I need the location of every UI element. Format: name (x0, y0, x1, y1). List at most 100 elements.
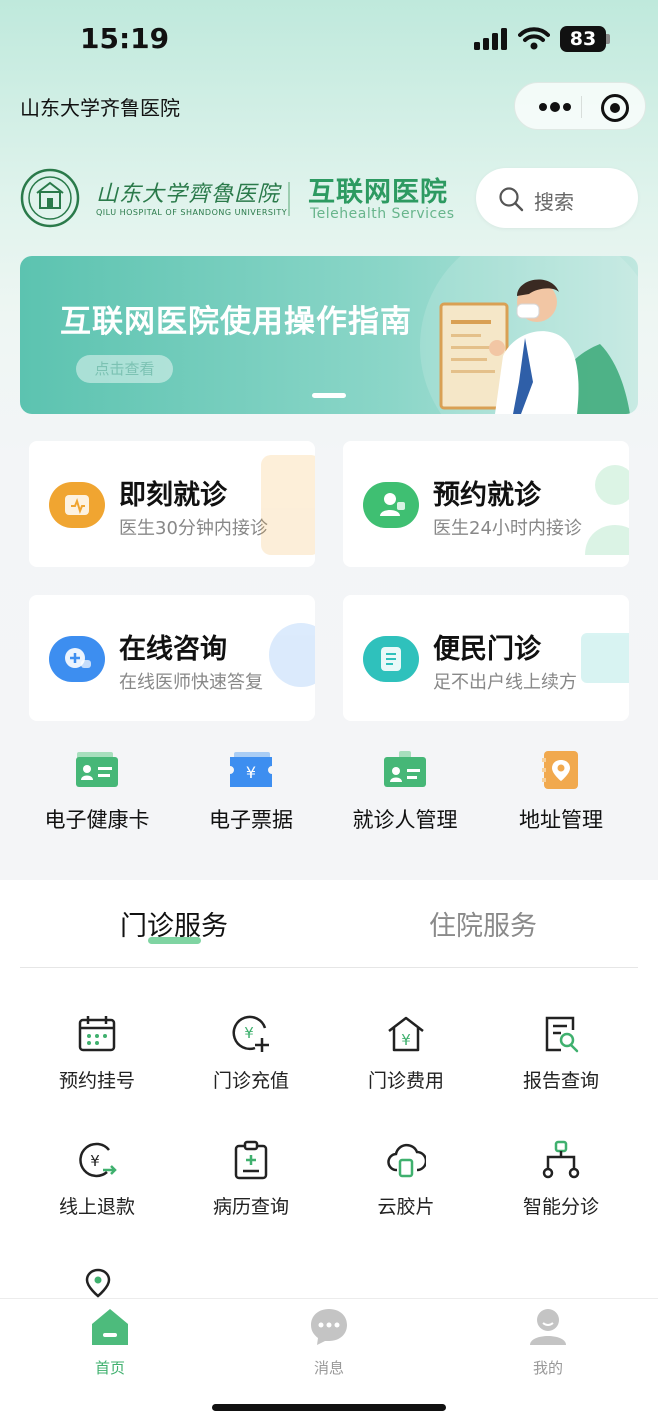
message-icon (311, 1309, 347, 1345)
nav-title: 山东大学齐鲁医院 (20, 96, 180, 120)
tab-label: 首页 (94, 1359, 125, 1377)
card-watermark-icon (269, 623, 315, 687)
search-box[interactable]: 搜索 (476, 168, 638, 228)
card-watermark-icon (585, 465, 629, 555)
address-icon (542, 751, 578, 789)
service-label: 智能分诊 (522, 1196, 599, 1218)
quick-link-label: 电子票据 (209, 808, 293, 832)
signal-icon (474, 28, 507, 50)
search-label: 搜索 (534, 190, 574, 214)
tab-divider (20, 967, 638, 968)
status-time: 15:19 (80, 22, 170, 55)
card-title: 在线咨询 (119, 634, 227, 665)
receipt-icon: ¥ (230, 752, 272, 787)
guide-banner[interactable]: 互联网医院使用操作指南 点击查看 (20, 256, 638, 414)
card-watermark-icon (261, 455, 315, 555)
quick-health-card[interactable]: 电子健康卡 (22, 744, 172, 844)
doctor-illustration (439, 279, 630, 414)
svg-text:¥: ¥ (244, 1024, 254, 1042)
card-subtitle: 在线医师快速答复 (119, 672, 263, 693)
quick-patient-manage[interactable]: 就诊人管理 (330, 744, 480, 844)
banner-title: 互联网医院使用操作指南 (60, 304, 412, 340)
chat-consult-icon (49, 636, 105, 682)
location-pin-icon[interactable] (78, 1268, 118, 1298)
tab-profile[interactable]: 我的 (493, 1307, 603, 1378)
more-icon[interactable] (535, 97, 575, 117)
quick-e-receipt[interactable]: ¥ 电子票据 (176, 744, 326, 844)
battery-level: 83 (569, 28, 597, 50)
card-title: 预约就诊 (433, 480, 541, 511)
tab-inpatient[interactable]: 住院服务 (429, 904, 537, 943)
service-label: 报告查询 (522, 1070, 599, 1092)
card-watermark-icon (581, 633, 629, 683)
card-subtitle: 医生30分钟内接诊 (119, 518, 268, 539)
battery-icon: 83 (560, 26, 606, 52)
service-label: 线上退款 (58, 1196, 135, 1218)
service-report[interactable]: 报告查询 (484, 1014, 638, 1114)
banner-pagination-dot (312, 393, 346, 398)
capsule-menu[interactable] (514, 82, 646, 130)
internet-hospital-title: 互联网医院 (308, 177, 448, 208)
telehealth-tagline: Telehealth Services (310, 206, 455, 222)
card-convenience-clinic[interactable]: 便民门诊 足不出户线上续方 (343, 595, 629, 721)
tab-messages[interactable]: 消息 (274, 1307, 384, 1378)
tab-label: 我的 (532, 1359, 563, 1377)
health-card-icon (76, 752, 118, 787)
service-register[interactable]: 预约挂号 (20, 1014, 174, 1114)
recharge-icon: ¥ (232, 1015, 269, 1052)
patient-id-icon (384, 751, 426, 787)
hospital-name-en: QILU HOSPITAL OF SHANDONG UNIVERSITY (96, 208, 288, 217)
svg-text:¥: ¥ (246, 763, 256, 782)
quick-link-label: 就诊人管理 (352, 808, 458, 832)
triage-icon (542, 1140, 580, 1179)
banner-view-button[interactable]: 点击查看 (76, 355, 173, 383)
card-subtitle: 医生24小时内接诊 (433, 518, 582, 539)
refund-icon: ¥ (79, 1142, 117, 1178)
report-search-icon (545, 1016, 579, 1053)
doctor-appointment-icon (363, 482, 419, 528)
user-icon (530, 1309, 566, 1345)
quick-address-manage[interactable]: 地址管理 (486, 744, 636, 844)
service-triage[interactable]: 智能分诊 (484, 1140, 638, 1240)
quick-link-label: 地址管理 (519, 808, 603, 832)
wifi-icon (518, 27, 550, 50)
service-refund[interactable]: ¥ 线上退款 (20, 1140, 174, 1240)
service-label: 门诊费用 (367, 1070, 444, 1092)
video-consult-icon (49, 482, 105, 528)
tab-active-indicator (148, 937, 201, 944)
quick-link-label: 电子健康卡 (44, 808, 150, 832)
service-recharge[interactable]: ¥ 门诊充值 (174, 1014, 328, 1114)
service-fees[interactable]: ¥ 门诊费用 (329, 1014, 483, 1114)
home-indicator (212, 1404, 446, 1411)
card-subtitle: 足不出户线上续方 (433, 672, 577, 693)
brand-divider (288, 182, 290, 216)
cloud-film-icon (387, 1143, 426, 1178)
card-online-consult[interactable]: 在线咨询 在线医师快速答复 (29, 595, 315, 721)
home-icon (92, 1309, 128, 1345)
status-bar: 15:19 83 (0, 0, 658, 80)
card-appointment-visit[interactable]: 预约就诊 医生24小时内接诊 (343, 441, 629, 567)
service-label: 云胶片 (377, 1196, 435, 1218)
service-label: 门诊充值 (212, 1070, 289, 1092)
svg-text:¥: ¥ (401, 1031, 411, 1049)
battery-tip (606, 34, 610, 44)
hospital-name-cn: 山东大学齊魯医院 (96, 182, 281, 207)
card-immediate-visit[interactable]: 即刻就诊 医生30分钟内接诊 (29, 441, 315, 567)
medical-record-icon (234, 1140, 268, 1180)
fee-house-icon: ¥ (388, 1016, 424, 1052)
tab-label: 消息 (313, 1359, 344, 1377)
search-icon (499, 187, 524, 212)
prescription-icon (363, 636, 419, 682)
service-label: 病历查询 (212, 1196, 289, 1218)
card-title: 便民门诊 (433, 634, 541, 665)
card-title: 即刻就诊 (119, 480, 227, 511)
close-target-icon[interactable] (601, 94, 629, 122)
capsule-divider (581, 96, 582, 118)
svg-text:¥: ¥ (90, 1152, 100, 1170)
service-medical-record[interactable]: 病历查询 (174, 1140, 328, 1240)
tab-home[interactable]: 首页 (55, 1307, 165, 1378)
calendar-icon (78, 1016, 116, 1052)
hospital-seal-logo (20, 168, 80, 228)
service-label: 预约挂号 (58, 1070, 135, 1092)
service-cloud-film[interactable]: 云胶片 (329, 1140, 483, 1240)
